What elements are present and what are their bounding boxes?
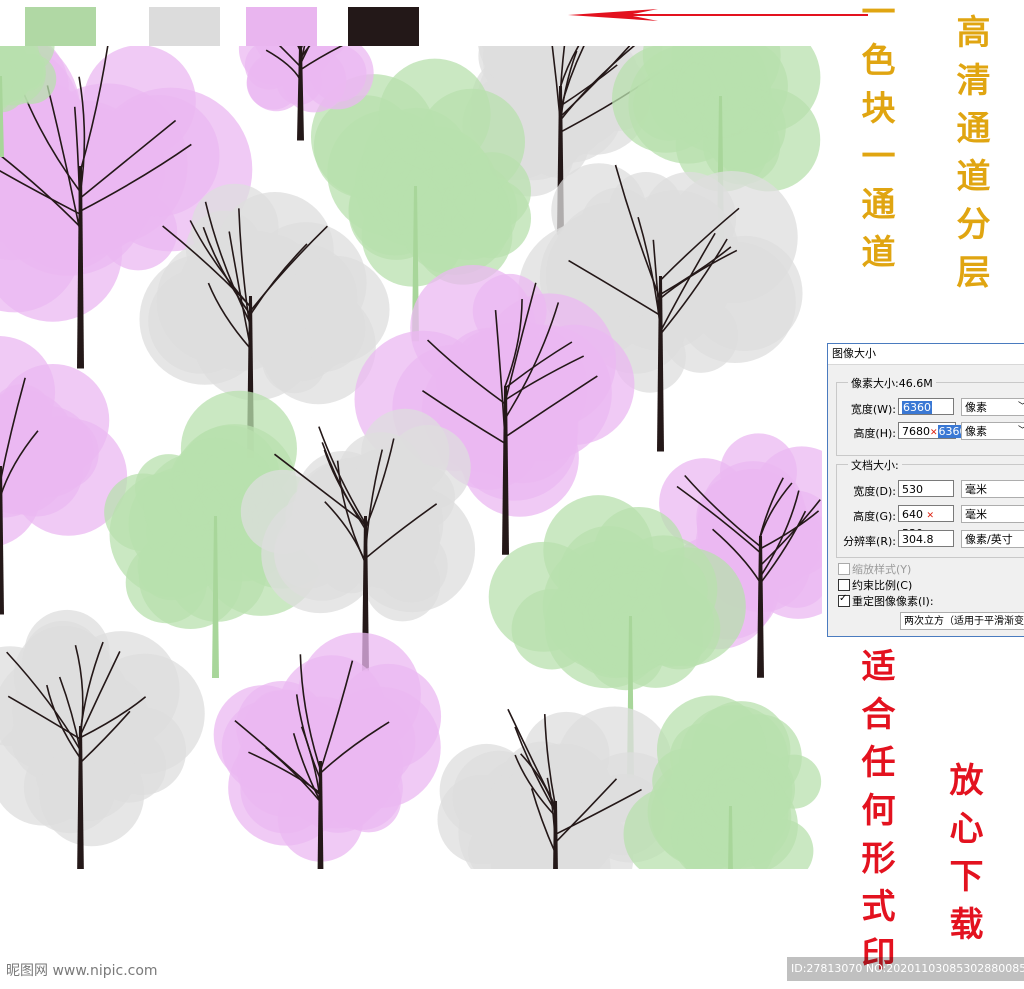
resolution-input[interactable]: 304.8 [898,530,954,547]
gray-tree [0,609,205,869]
resolution-label: 分辨率(R): [843,535,896,548]
constrain-proportions-checkbox[interactable] [838,579,850,591]
pixel-dimensions-group [836,382,1024,456]
resolution-unit-select[interactable]: 像素/英寸 [961,530,1024,548]
height-unit-select[interactable]: 像素﹀ [961,422,1024,440]
doc-width-label: 宽度(D): [853,485,896,498]
edit-mark-icon: ✕ [930,428,938,438]
gold-text-col1: 高清通道分层 [950,14,990,302]
swatch-pink [246,7,317,46]
document-size-label: 文档大小: [848,457,902,473]
pink-tree [0,336,128,615]
swatch-black [348,7,419,46]
doc-height-unit-select[interactable]: 毫米 [961,505,1024,523]
doc-height-input[interactable]: 640 ✕ 530 [898,505,954,540]
pink-tree [213,632,442,869]
height-input[interactable]: 7680✕6360 [898,422,968,439]
width-input[interactable]: 6360 [898,398,954,415]
site-watermark: 昵图网 www.nipic.com [6,963,158,979]
constrain-proportions-label: 约束比例(C) [852,579,913,592]
chevron-down-icon: ﹀ [1018,399,1024,416]
red-text-col2: 放心下载 [943,762,983,954]
scale-styles-checkbox[interactable] [838,563,850,575]
image-size-dialog: 图像大小 像素大小:46.6M 宽度(W): 6360 像素﹀ 高度(H): 7… [827,343,1024,637]
resample-label: 重定图像像素(I): [852,595,934,608]
red-text-col1: 适合任何形式印 [855,648,895,984]
tree-pattern-canvas [0,46,822,869]
doc-width-unit-select[interactable]: 毫米 [961,480,1024,498]
gold-text-col2: 一色块一通道 [855,0,895,282]
image-id-watermark: ID:27813070 NO:20201103085302880085 [787,957,1024,981]
doc-width-input[interactable]: 530 [898,480,954,497]
scale-styles-label: 缩放样式(Y) [852,563,912,576]
dialog-title: 图像大小 [828,344,1024,365]
width-label: 宽度(W): [850,403,896,416]
chevron-down-icon: ﹀ [1018,423,1024,440]
resample-method-select[interactable]: 两次立方（适用于平滑渐变 [900,612,1024,630]
swatch-gray [149,7,220,46]
doc-height-label: 高度(G): [853,510,896,523]
pixel-dimensions-label: 像素大小:46.6M [848,375,936,391]
resample-checkbox[interactable] [838,593,850,607]
height-label: 高度(H): [853,427,896,440]
width-unit-select[interactable]: 像素﹀ [961,398,1024,416]
edit-mark-icon: ✕ [926,511,935,521]
swatch-green [25,7,96,46]
left-arrow-icon [568,9,868,21]
